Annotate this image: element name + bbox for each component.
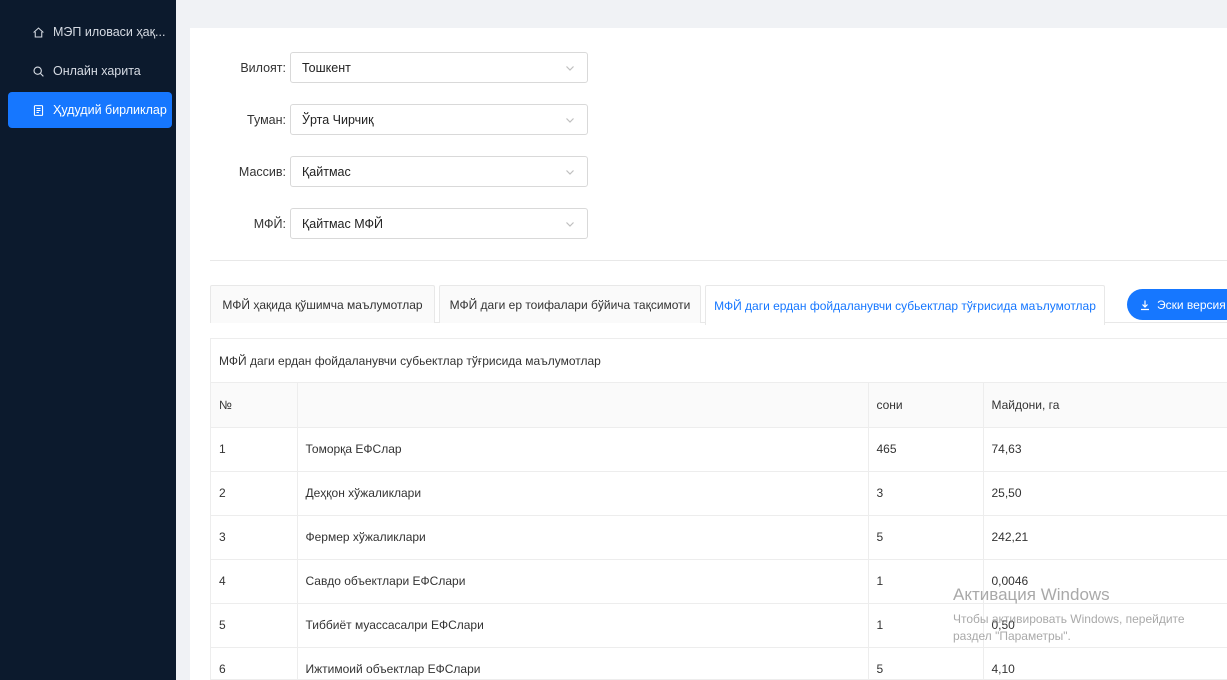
mfy-row: МФЙ: Қайтмас МФЙ (190, 208, 588, 239)
table-cell: 0,0046 (983, 559, 1227, 604)
home-icon (31, 25, 45, 39)
district-label: Туман: (247, 112, 286, 127)
sidebar-item-label: Онлайн харита (53, 64, 141, 78)
table-cell: Тиббиёт муассасалри ЕФСлари (297, 603, 869, 648)
table-cell: Деҳқон хўжаликлари (297, 471, 869, 516)
district-select[interactable]: Ўрта Чирчиқ (290, 104, 588, 135)
table-cell: 242,21 (983, 515, 1227, 560)
sidebar-item-label: МЭП иловаси ҳақ... (53, 25, 166, 39)
table-cell: 74,63 (983, 427, 1227, 472)
table-cell: 6 (211, 647, 298, 679)
table-row: 3 Фермер хўжаликлари 5 242,21 (211, 515, 1227, 560)
table-cell: Савдо объектлари ЕФСлари (297, 559, 869, 604)
old-version-label: Эски версия (1157, 297, 1226, 312)
column-header: № (211, 383, 298, 428)
table-cell: 3 (868, 471, 984, 516)
mfy-select[interactable]: Қайтмас МФЙ (290, 208, 588, 239)
tab-label: МФЙ даги ер тоифалари бўйича тақсимоти (449, 297, 691, 312)
sidebar: МЭП иловаси ҳақ... Онлайн харита Ҳудудий… (0, 0, 176, 680)
table-cell: 5 (868, 647, 984, 679)
table-cell: 465 (868, 427, 984, 472)
table-cell: 3 (211, 515, 298, 560)
table-cell: 1 (868, 559, 984, 604)
old-version-button[interactable]: Эски версия (1127, 289, 1227, 320)
table-cell: 4,10 (983, 647, 1227, 679)
table-cell: 1 (868, 603, 984, 648)
sidebar-item-online-map[interactable]: Онлайн харита (8, 53, 172, 89)
document-icon (31, 103, 45, 117)
table-cell: Ижтимоий объектлар ЕФСлари (297, 647, 869, 679)
table-cell: Томорқа ЕФСлар (297, 427, 869, 472)
mfy-value: Қайтмас МФЙ (302, 216, 383, 231)
table-header-row: № сони Майдони, га (211, 383, 1227, 428)
column-header: сони (868, 383, 984, 428)
section-divider (210, 260, 1227, 261)
table-row: 4 Савдо объектлари ЕФСлари 1 0,0046 (211, 559, 1227, 604)
table-cell: 4 (211, 559, 298, 604)
table-cell: 2 (211, 471, 298, 516)
table-row: 2 Деҳқон хўжаликлари 3 25,50 (211, 471, 1227, 516)
table-cell: 1 (211, 427, 298, 472)
massive-select[interactable]: Қайтмас (290, 156, 588, 187)
table-cell: 25,50 (983, 471, 1227, 516)
sidebar-item-mep-appendix[interactable]: МЭП иловаси ҳақ... (8, 14, 172, 50)
tab-label: МФЙ ҳақида қўшимча маълумотлар (222, 297, 423, 312)
region-value: Тошкент (302, 60, 351, 75)
region-label: Вилоят: (240, 60, 286, 75)
region-select[interactable]: Тошкент (290, 52, 588, 83)
region-row: Вилоят: Тошкент (190, 52, 588, 83)
table-cell: Фермер хўжаликлари (297, 515, 869, 560)
column-header (297, 383, 869, 428)
search-icon (31, 64, 45, 78)
table-cell: 5 (211, 603, 298, 648)
sidebar-item-territorial-units[interactable]: Ҳудудий бирликлар (8, 92, 172, 128)
column-header: Майдони, га (983, 383, 1227, 428)
tab-label: МФЙ даги ердан фойдаланувчи субьектлар т… (714, 298, 1096, 313)
table-cell: 5 (868, 515, 984, 560)
mfy-label: МФЙ: (253, 216, 286, 231)
table-row: 6 Ижтимоий объектлар ЕФСлари 5 4,10 (211, 647, 1227, 679)
chevron-down-icon (564, 114, 576, 126)
tab-mfy-additional-info[interactable]: МФЙ ҳақида қўшимча маълумотлар (210, 285, 435, 323)
chevron-down-icon (564, 62, 576, 74)
district-value: Ўрта Чирчиқ (302, 112, 374, 127)
table-title: МФЙ даги ердан фойдаланувчи субьектлар т… (211, 339, 1227, 383)
main-content: Вилоят: Тошкент Туман: Ўрта Чирчиқ Масси… (190, 28, 1227, 680)
massive-value: Қайтмас (302, 164, 351, 179)
chevron-down-icon (564, 166, 576, 178)
tab-land-category-distribution[interactable]: МФЙ даги ер тоифалари бўйича тақсимоти (439, 285, 701, 323)
district-row: Туман: Ўрта Чирчиқ (190, 104, 588, 135)
chevron-down-icon (564, 218, 576, 230)
land-users-table: МФЙ даги ердан фойдаланувчи субьектлар т… (210, 338, 1227, 680)
data-table: № сони Майдони, га 1 Томорқа ЕФСлар 465 … (211, 383, 1227, 679)
download-icon (1141, 300, 1149, 310)
table-cell: 0,50 (983, 603, 1227, 648)
sidebar-item-label: Ҳудудий бирликлар (53, 103, 167, 117)
table-row: 5 Тиббиёт муассасалри ЕФСлари 1 0,50 (211, 603, 1227, 648)
table-row: 1 Томорқа ЕФСлар 465 74,63 (211, 427, 1227, 472)
massive-label: Массив: (238, 164, 286, 179)
massive-row: Массив: Қайтмас (190, 156, 588, 187)
tab-land-users-info[interactable]: МФЙ даги ердан фойдаланувчи субьектлар т… (705, 285, 1105, 325)
